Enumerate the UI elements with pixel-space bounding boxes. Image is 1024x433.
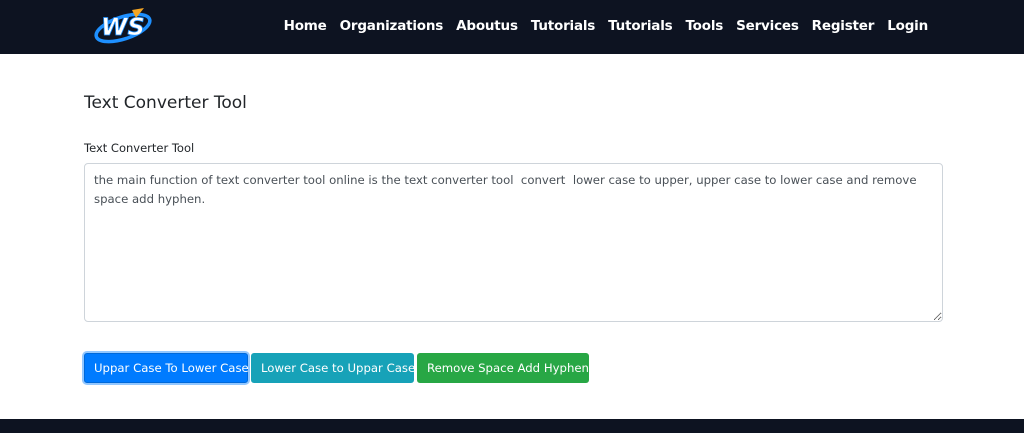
page-title: Text Converter Tool [84,93,247,113]
logo-text: WS [101,13,145,41]
nav-register[interactable]: Register [812,18,875,34]
nav-tutorials-2[interactable]: Tutorials [608,18,673,34]
lower-to-upper-button[interactable]: Lower Case to Uppar Case [251,353,415,383]
main-nav: Home Organizations Aboutus Tutorials Tut… [284,0,929,52]
footer [0,419,1024,433]
nav-tools[interactable]: Tools [685,18,723,34]
top-navbar: WS Home Organizations Aboutus Tutorials … [0,0,1024,54]
textarea-label: Text Converter Tool [84,141,195,155]
nav-home[interactable]: Home [284,18,327,34]
nav-services[interactable]: Services [736,18,799,34]
upper-to-lower-button[interactable]: Uppar Case To Lower Case [84,353,249,383]
nav-aboutus[interactable]: Aboutus [456,18,518,34]
nav-login[interactable]: Login [887,18,928,34]
remove-space-add-hyphen-button[interactable]: Remove Space Add Hyphen [417,353,589,383]
site-logo-icon[interactable]: WS [92,4,154,48]
action-buttons: Uppar Case To Lower Case Lower Case to U… [84,353,589,383]
nav-tutorials[interactable]: Tutorials [531,18,596,34]
nav-organizations[interactable]: Organizations [340,18,444,34]
text-input-area[interactable]: the main function of text converter tool… [84,163,943,322]
